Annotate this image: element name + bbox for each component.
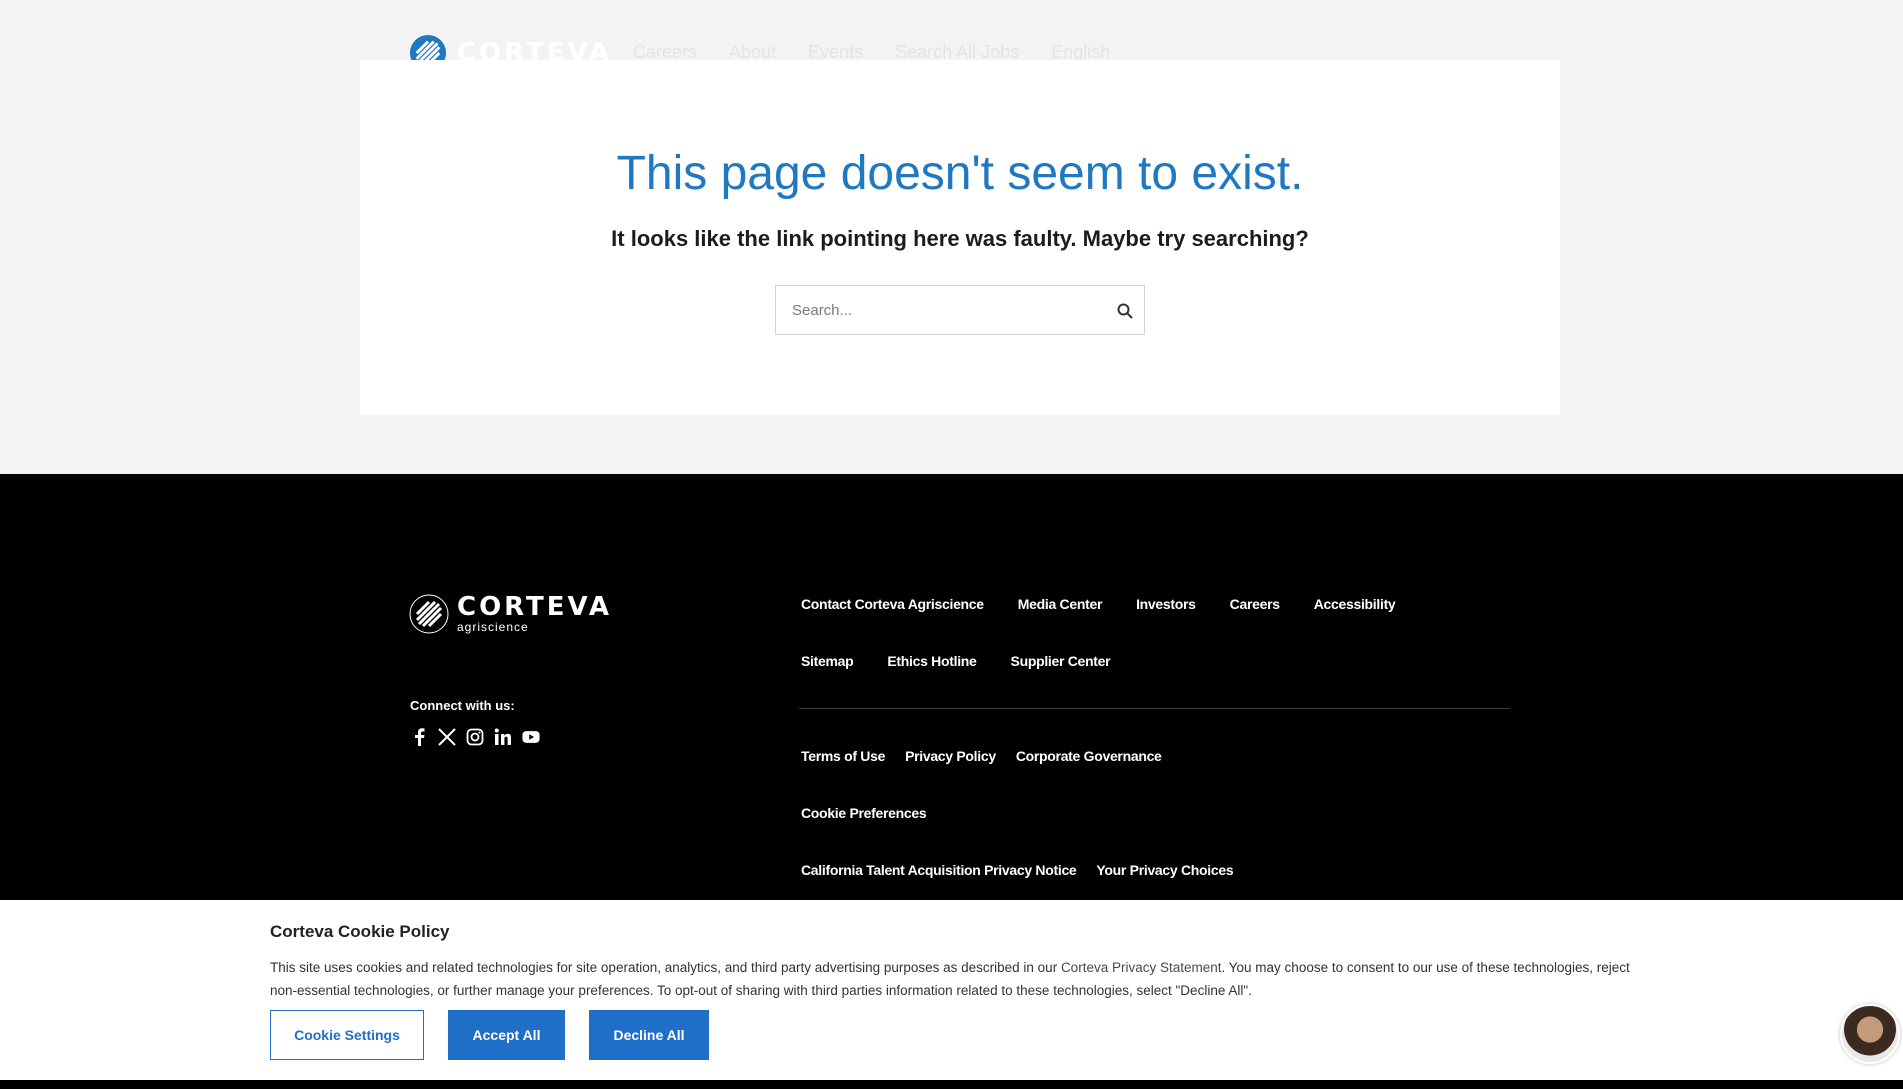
accept-all-button[interactable]: Accept All <box>448 1010 565 1060</box>
decline-all-button[interactable]: Decline All <box>589 1010 709 1060</box>
footer-links-secondary: Sitemap Ethics Hotline Supplier Center <box>801 653 1144 669</box>
corteva-logo-icon <box>409 594 449 634</box>
privacy-statement-link[interactable]: Corteva Privacy Statement <box>1061 960 1222 975</box>
link-privacy-choices[interactable]: Your Privacy Choices <box>1096 862 1233 878</box>
cookie-title: Corteva Cookie Policy <box>270 922 450 941</box>
link-supplier-center[interactable]: Supplier Center <box>1011 653 1111 669</box>
link-media-center[interactable]: Media Center <box>1018 596 1103 612</box>
search-form <box>775 285 1145 335</box>
link-privacy-policy[interactable]: Privacy Policy <box>905 748 996 764</box>
footer-wordmark: CORTEVA <box>457 592 613 622</box>
link-sitemap[interactable]: Sitemap <box>801 653 854 669</box>
link-ethics-hotline[interactable]: Ethics Hotline <box>887 653 976 669</box>
cookie-settings-button[interactable]: Cookie Settings <box>270 1010 424 1060</box>
page-title: This page doesn't seem to exist. <box>616 147 1304 200</box>
cookie-text: This site uses cookies and related techn… <box>270 956 1650 1002</box>
chat-assistant-avatar[interactable] <box>1840 1004 1900 1064</box>
link-accessibility[interactable]: Accessibility <box>1314 596 1396 612</box>
footer-links-primary: Contact Corteva Agriscience Media Center I… <box>801 596 1429 612</box>
cookie-banner: Corteva Cookie Policy This site uses coo… <box>0 900 1903 1080</box>
link-investors[interactable]: Investors <box>1136 596 1196 612</box>
search-input[interactable] <box>776 286 1096 334</box>
footer-privacy-links: California Talent Acquisition Privacy No… <box>801 862 1253 878</box>
x-icon[interactable] <box>438 728 456 746</box>
link-contact[interactable]: Contact Corteva Agriscience <box>801 596 984 612</box>
link-careers[interactable]: Careers <box>1230 596 1280 612</box>
search-icon[interactable] <box>1116 302 1134 320</box>
footer-divider <box>799 708 1510 709</box>
linkedin-icon[interactable] <box>494 728 512 746</box>
footer-wordmark-sub: agriscience <box>457 620 529 634</box>
footer-legal-links: Terms of Use Privacy Policy Corporate Gove… <box>801 748 1182 764</box>
instagram-icon[interactable] <box>466 728 484 746</box>
link-terms[interactable]: Terms of Use <box>801 748 885 764</box>
cookie-text-start: This site uses cookies and related techn… <box>270 960 1061 975</box>
not-found-card: This page doesn't seem to exist. It look… <box>360 60 1560 415</box>
footer-logo[interactable]: CORTEVA agriscience <box>409 594 612 634</box>
page-subtitle: It looks like the link pointing here was… <box>611 226 1309 251</box>
social-links <box>410 728 540 746</box>
link-cookie-preferences[interactable]: Cookie Preferences <box>801 805 927 821</box>
footer-cookie-links: Cookie Preferences <box>801 805 960 821</box>
youtube-icon[interactable] <box>522 728 540 746</box>
footer-bottom-strip <box>0 1080 1903 1089</box>
link-california-privacy[interactable]: California Talent Acquisition Privacy No… <box>801 862 1077 878</box>
facebook-icon[interactable] <box>410 728 428 746</box>
connect-label: Connect with us: <box>410 698 515 713</box>
link-corporate-governance[interactable]: Corporate Governance <box>1016 748 1162 764</box>
